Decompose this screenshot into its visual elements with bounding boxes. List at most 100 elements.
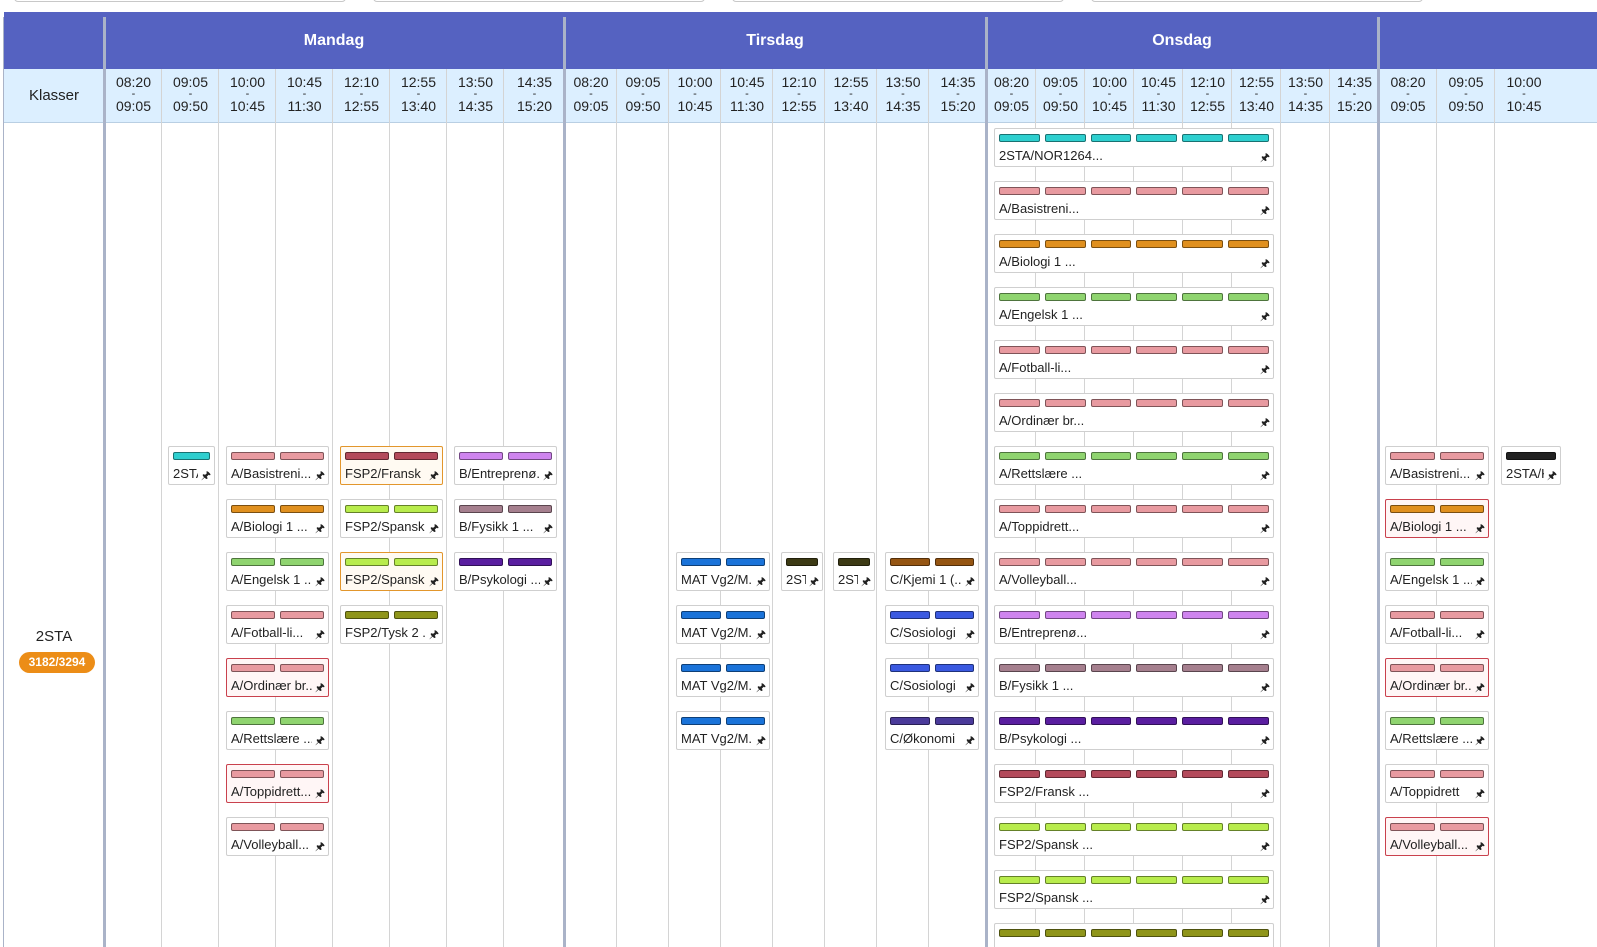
lesson-card[interactable]: 2STA/KRO...🖈 xyxy=(1501,446,1561,485)
pin-icon[interactable]: 🖈 xyxy=(1260,785,1270,802)
lesson-card[interactable]: MAT Vg2/M... 🖈 xyxy=(676,605,770,644)
lesson-card[interactable]: A/Fotball-li... 🖈 xyxy=(226,605,329,644)
pin-icon[interactable]: 🖈 xyxy=(965,573,975,590)
lesson-card[interactable]: A/Basistreni... 🖈 xyxy=(1385,446,1489,485)
lesson-card[interactable]: B/Fysikk 1 ... 🖈 xyxy=(454,499,557,538)
lesson-card[interactable]: A/Basistreni... 🖈 xyxy=(994,181,1274,220)
lesson-card[interactable]: A/Rettslære ... 🖈 xyxy=(226,711,329,750)
lesson-card[interactable]: B/Fysikk 1 ... 🖈 xyxy=(994,658,1274,697)
lesson-card[interactable]: 2STA🖈 xyxy=(833,552,875,591)
class-name[interactable]: 2STA xyxy=(4,628,104,645)
pin-icon[interactable]: 🖈 xyxy=(809,573,819,590)
lesson-card[interactable]: B/Psykologi ... 🖈 xyxy=(994,711,1274,750)
pin-icon[interactable]: 🖈 xyxy=(543,467,553,484)
lesson-card[interactable]: MAT Vg2/M... 🖈 xyxy=(676,711,770,750)
pin-icon[interactable]: 🖈 xyxy=(1475,732,1485,749)
lesson-card[interactable]: FSP2/Spansk ... 🖈 xyxy=(994,870,1274,909)
pin-icon[interactable]: 🖈 xyxy=(1260,255,1270,272)
pin-icon[interactable]: 🖈 xyxy=(429,626,439,643)
lesson-card[interactable]: A/Biologi 1 ... 🖈 xyxy=(994,234,1274,273)
lesson-card[interactable]: B/Entreprenø... 🖈 xyxy=(454,446,557,485)
lesson-card[interactable]: A/Ordinær br... 🖈 xyxy=(1385,658,1489,697)
lesson-card[interactable]: FSP2/Fransk ... 🖈 xyxy=(994,764,1274,803)
lesson-card[interactable]: C/Sosiologi 🖈 xyxy=(885,605,979,644)
filter-field-1[interactable] xyxy=(14,0,346,2)
pin-icon[interactable]: 🖈 xyxy=(1475,573,1485,590)
pin-icon[interactable]: 🖈 xyxy=(1475,838,1485,855)
pin-icon[interactable]: 🖈 xyxy=(1260,361,1270,378)
lesson-card[interactable]: A/Basistreni... 🖈 xyxy=(226,446,329,485)
lesson-card[interactable]: A/Toppidrett... 🖈 xyxy=(994,499,1274,538)
pin-icon[interactable]: 🖈 xyxy=(315,626,325,643)
pin-icon[interactable]: 🖈 xyxy=(756,732,766,749)
pin-icon[interactable]: 🖈 xyxy=(756,679,766,696)
lesson-card[interactable]: B/Psykologi ... 🖈 xyxy=(454,552,557,591)
pin-icon[interactable]: 🖈 xyxy=(543,573,553,590)
lesson-card[interactable]: A/Rettslære ... 🖈 xyxy=(994,446,1274,485)
lesson-card[interactable]: A/Engelsk 1 ... 🖈 xyxy=(994,287,1274,326)
pin-icon[interactable]: 🖈 xyxy=(1260,626,1270,643)
lesson-card[interactable]: 2STA/NOR1264... 🖈 xyxy=(994,128,1274,167)
lesson-card[interactable]: FSP2/Spansk 🖈 xyxy=(340,552,443,591)
lesson-card[interactable]: A/Toppidrett... 🖈 xyxy=(226,764,329,803)
lesson-card[interactable]: C/Økonomi 🖈 xyxy=(885,711,979,750)
pin-icon[interactable]: 🖈 xyxy=(315,732,325,749)
pin-icon[interactable]: 🖈 xyxy=(315,785,325,802)
pin-icon[interactable]: 🖈 xyxy=(1260,679,1270,696)
pin-icon[interactable]: 🖈 xyxy=(1260,520,1270,537)
lesson-card[interactable]: A/Biologi 1 ... 🖈 xyxy=(1385,499,1489,538)
pin-icon[interactable]: 🖈 xyxy=(1260,467,1270,484)
pin-icon[interactable]: 🖈 xyxy=(861,573,871,590)
pin-icon[interactable]: 🖈 xyxy=(543,520,553,537)
lesson-card[interactable]: A/Volleyball... 🖈 xyxy=(994,552,1274,591)
pin-icon[interactable]: 🖈 xyxy=(429,520,439,537)
pin-icon[interactable]: 🖈 xyxy=(965,679,975,696)
lesson-card[interactable]: FSP2/Spansk ... 🖈 xyxy=(994,817,1274,856)
pin-icon[interactable]: 🖈 xyxy=(315,467,325,484)
pin-icon[interactable]: 🖈 xyxy=(1475,785,1485,802)
pin-icon[interactable]: 🖈 xyxy=(315,838,325,855)
filter-field-2[interactable] xyxy=(373,0,705,2)
pin-icon[interactable]: 🖈 xyxy=(1475,626,1485,643)
pin-icon[interactable]: 🖈 xyxy=(201,467,211,484)
lesson-card[interactable]: A/Engelsk 1 ... 🖈 xyxy=(226,552,329,591)
filter-field-4[interactable] xyxy=(1091,0,1423,2)
lesson-card[interactable]: A/Rettslære ... 🖈 xyxy=(1385,711,1489,750)
lesson-card[interactable]: A/Fotball-li... 🖈 xyxy=(994,340,1274,379)
lesson-card[interactable]: A/Biologi 1 ... 🖈 xyxy=(226,499,329,538)
pin-icon[interactable]: 🖈 xyxy=(1260,732,1270,749)
pin-icon[interactable]: 🖈 xyxy=(429,573,439,590)
filter-field-3[interactable] xyxy=(732,0,1064,2)
lesson-card[interactable]: A/Fotball-li... 🖈 xyxy=(1385,605,1489,644)
lesson-card[interactable]: 🖈 xyxy=(994,923,1274,947)
pin-icon[interactable]: 🖈 xyxy=(1475,467,1485,484)
pin-icon[interactable]: 🖈 xyxy=(1260,149,1270,166)
lesson-card[interactable]: A/Toppidrett 🖈 xyxy=(1385,764,1489,803)
lesson-card[interactable]: MAT Vg2/M... 🖈 xyxy=(676,552,770,591)
pin-icon[interactable]: 🖈 xyxy=(965,732,975,749)
lesson-card[interactable]: MAT Vg2/M... 🖈 xyxy=(676,658,770,697)
lesson-card[interactable]: FSP2/Spansk 🖈 xyxy=(340,499,443,538)
pin-icon[interactable]: 🖈 xyxy=(965,626,975,643)
lesson-card[interactable]: B/Entreprenø... 🖈 xyxy=(994,605,1274,644)
lesson-card[interactable]: 2STA🖈 xyxy=(781,552,823,591)
lesson-card[interactable]: FSP2/Fransk 🖈 xyxy=(340,446,443,485)
pin-icon[interactable]: 🖈 xyxy=(315,520,325,537)
pin-icon[interactable]: 🖈 xyxy=(1260,838,1270,855)
pin-icon[interactable]: 🖈 xyxy=(756,626,766,643)
lesson-card[interactable]: 2STA🖈 xyxy=(168,446,215,485)
lesson-card[interactable]: A/Ordinær br... 🖈 xyxy=(226,658,329,697)
pin-icon[interactable]: 🖈 xyxy=(315,679,325,696)
pin-icon[interactable]: 🖈 xyxy=(1475,520,1485,537)
pin-icon[interactable]: 🖈 xyxy=(315,573,325,590)
pin-icon[interactable]: 🖈 xyxy=(1475,679,1485,696)
lesson-card[interactable]: C/Kjemi 1 (... 🖈 xyxy=(885,552,979,591)
lesson-card[interactable]: FSP2/Tysk 2 ... 🖈 xyxy=(340,605,443,644)
pin-icon[interactable]: 🖈 xyxy=(1260,414,1270,431)
lesson-card[interactable]: C/Sosiologi 🖈 xyxy=(885,658,979,697)
pin-icon[interactable]: 🖈 xyxy=(756,573,766,590)
pin-icon[interactable]: 🖈 xyxy=(1260,891,1270,908)
lesson-card[interactable]: A/Engelsk 1 ... 🖈 xyxy=(1385,552,1489,591)
lesson-card[interactable]: A/Volleyball... 🖈 xyxy=(1385,817,1489,856)
pin-icon[interactable]: 🖈 xyxy=(1260,308,1270,325)
